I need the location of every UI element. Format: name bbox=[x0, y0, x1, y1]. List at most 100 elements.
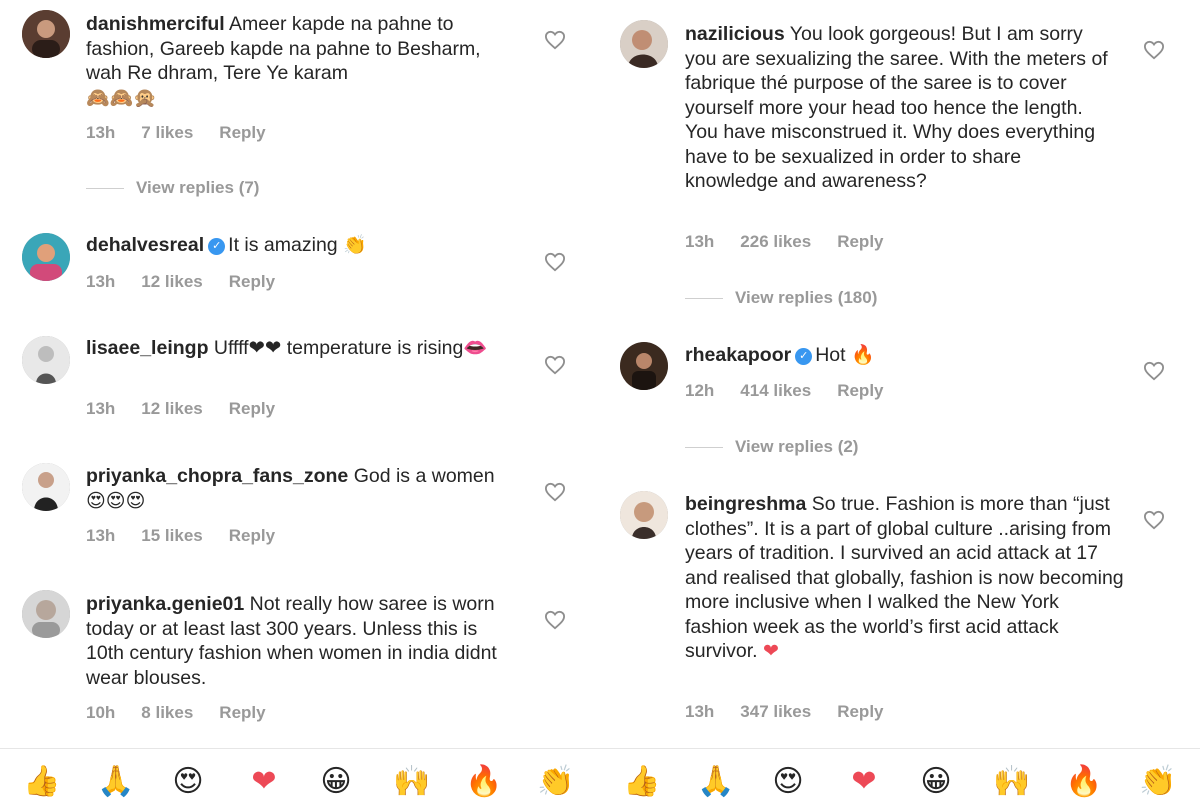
reply-button[interactable]: Reply bbox=[219, 703, 265, 722]
comment-text: nazilicious You look gorgeous! But I am … bbox=[685, 22, 1115, 194]
comment-body: You look gorgeous! But I am sorry you ar… bbox=[685, 23, 1108, 192]
heart-icon[interactable] bbox=[544, 355, 566, 375]
view-replies-label: View replies (180) bbox=[735, 288, 878, 307]
comment-text: priyanka.genie01 Not really how saree is… bbox=[86, 592, 516, 690]
view-replies-button[interactable]: View replies (2) bbox=[685, 437, 858, 457]
likes-count[interactable]: 414 likes bbox=[740, 381, 811, 400]
likes-count[interactable]: 7 likes bbox=[141, 123, 193, 142]
comment-meta: 13h 7 likes Reply bbox=[86, 123, 292, 143]
reply-button[interactable]: Reply bbox=[837, 232, 883, 251]
avatar[interactable] bbox=[22, 463, 70, 511]
comment-meta: 12h 414 likes Reply bbox=[685, 381, 910, 401]
timestamp: 13h bbox=[86, 399, 116, 418]
comments-column-left: danishmerciful Ameer kapde na pahne to f… bbox=[0, 0, 600, 745]
timestamp: 13h bbox=[685, 232, 715, 251]
emoji-quick-reaction-bar: 👍 🙏 😍 ❤ 😀 🙌 🔥 👏 👍 🙏 😍 ❤ 😀 🙌 🔥 👏 bbox=[0, 750, 1200, 810]
heart-icon[interactable] bbox=[1143, 361, 1165, 381]
avatar[interactable] bbox=[22, 10, 70, 58]
reply-button[interactable]: Reply bbox=[219, 123, 265, 142]
avatar[interactable] bbox=[22, 590, 70, 638]
likes-count[interactable]: 15 likes bbox=[141, 526, 202, 545]
heart-eyes-emoji-button[interactable]: 😍 bbox=[168, 762, 208, 802]
view-replies-button[interactable]: View replies (180) bbox=[685, 288, 877, 308]
divider-line bbox=[86, 188, 124, 190]
divider-line bbox=[685, 298, 723, 300]
avatar[interactable] bbox=[620, 20, 668, 68]
username-link[interactable]: beingreshma bbox=[685, 493, 806, 515]
comment-body: God is a women bbox=[353, 465, 495, 487]
comment-text: dehalvesreal ✓ It is amazing 👏 bbox=[86, 233, 526, 258]
emoji-text: ❤ bbox=[763, 640, 779, 662]
username-link[interactable]: dehalvesreal bbox=[86, 234, 204, 256]
timestamp: 13h bbox=[86, 272, 116, 291]
comment-body: Hot bbox=[815, 344, 846, 366]
reply-button[interactable]: Reply bbox=[229, 272, 275, 291]
reply-button[interactable]: Reply bbox=[229, 526, 275, 545]
likes-count[interactable]: 12 likes bbox=[141, 399, 202, 418]
heart-icon[interactable] bbox=[544, 30, 566, 50]
grinning-face-emoji-button[interactable]: 😀 bbox=[316, 762, 356, 802]
likes-count[interactable]: 12 likes bbox=[141, 272, 202, 291]
comment-meta: 13h 12 likes Reply bbox=[86, 399, 301, 419]
fire-emoji-button[interactable]: 🔥 bbox=[1064, 762, 1104, 802]
username-link[interactable]: nazilicious bbox=[685, 23, 785, 45]
raising-hands-emoji-button[interactable]: 🙌 bbox=[392, 762, 432, 802]
heart-icon[interactable] bbox=[544, 252, 566, 272]
likes-count[interactable]: 226 likes bbox=[740, 232, 811, 251]
username-link[interactable]: rheakapoor bbox=[685, 344, 791, 366]
folded-hands-emoji-button[interactable]: 🙏 bbox=[696, 762, 736, 802]
timestamp: 13h bbox=[685, 702, 715, 721]
comment-text: beingreshma So true. Fashion is more tha… bbox=[685, 492, 1125, 664]
username-link[interactable]: danishmerciful bbox=[86, 13, 225, 35]
view-replies-label: View replies (7) bbox=[136, 178, 260, 197]
emoji-text: 👏 bbox=[343, 234, 367, 256]
username-link[interactable]: priyanka_chopra_fans_zone bbox=[86, 465, 348, 487]
emoji-text: 🔥 bbox=[850, 344, 875, 366]
heart-icon[interactable] bbox=[1143, 510, 1165, 530]
heart-icon[interactable] bbox=[544, 610, 566, 630]
heart-eyes-emoji-button[interactable]: 😍 bbox=[768, 762, 808, 802]
emoji-text: 🙈🙈🙊 bbox=[86, 86, 157, 109]
likes-count[interactable]: 8 likes bbox=[141, 703, 193, 722]
verified-badge-icon: ✓ bbox=[795, 348, 813, 365]
comment-body: Uffff❤❤ temperature is rising👄 bbox=[213, 337, 488, 359]
comment-meta: 13h 12 likes Reply bbox=[86, 272, 301, 292]
verified-badge-icon: ✓ bbox=[208, 238, 226, 255]
clapping-hands-emoji-button[interactable]: 👏 bbox=[1138, 762, 1178, 802]
reply-button[interactable]: Reply bbox=[837, 381, 883, 400]
comment-meta: 10h 8 likes Reply bbox=[86, 703, 292, 723]
fire-emoji-button[interactable]: 🔥 bbox=[464, 762, 504, 802]
timestamp: 13h bbox=[86, 123, 116, 142]
divider-line bbox=[685, 447, 723, 449]
red-heart-emoji-button[interactable]: ❤ bbox=[244, 762, 284, 802]
avatar[interactable] bbox=[22, 233, 70, 281]
avatar[interactable] bbox=[22, 336, 70, 384]
comment-text: rheakapoor ✓ Hot 🔥 bbox=[685, 343, 1125, 368]
comment-body: It is amazing bbox=[228, 234, 338, 256]
comment-text: danishmerciful Ameer kapde na pahne to f… bbox=[86, 12, 506, 110]
folded-hands-emoji-button[interactable]: 🙏 bbox=[96, 762, 136, 802]
red-heart-emoji-button[interactable]: ❤ bbox=[844, 762, 884, 802]
avatar[interactable] bbox=[620, 342, 668, 390]
reply-button[interactable]: Reply bbox=[229, 399, 275, 418]
reply-button[interactable]: Reply bbox=[837, 702, 883, 721]
heart-icon[interactable] bbox=[544, 482, 566, 502]
clapping-hands-emoji-button[interactable]: 👏 bbox=[536, 762, 576, 802]
username-link[interactable]: priyanka.genie01 bbox=[86, 593, 244, 615]
timestamp: 13h bbox=[86, 526, 116, 545]
timestamp: 12h bbox=[685, 381, 715, 400]
grinning-face-emoji-button[interactable]: 😀 bbox=[916, 762, 956, 802]
likes-count[interactable]: 347 likes bbox=[740, 702, 811, 721]
raising-hands-emoji-button[interactable]: 🙌 bbox=[992, 762, 1032, 802]
thumbs-up-emoji-button[interactable]: 👍 bbox=[22, 762, 62, 802]
avatar[interactable] bbox=[620, 491, 668, 539]
comments-column-right: nazilicious You look gorgeous! But I am … bbox=[600, 0, 1200, 745]
thumbs-up-emoji-button[interactable]: 👍 bbox=[622, 762, 662, 802]
comment-text: priyanka_chopra_fans_zone God is a women… bbox=[86, 464, 516, 513]
comment-meta: 13h 226 likes Reply bbox=[685, 232, 910, 252]
username-link[interactable]: lisaee_leingp bbox=[86, 337, 208, 359]
view-replies-button[interactable]: View replies (7) bbox=[86, 178, 259, 198]
emoji-bar-divider bbox=[0, 748, 1200, 749]
heart-icon[interactable] bbox=[1143, 40, 1165, 60]
comment-meta: 13h 15 likes Reply bbox=[86, 526, 301, 546]
